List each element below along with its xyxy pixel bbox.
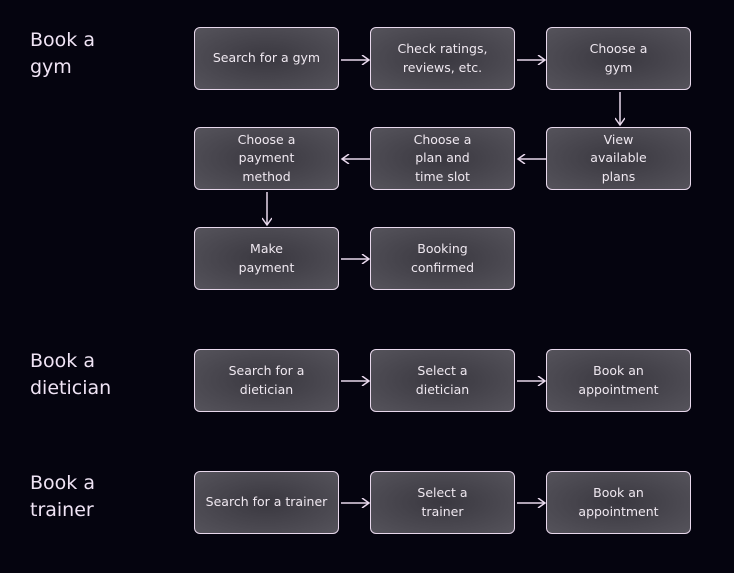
step-booking-confirmed[interactable]: Booking confirmed — [370, 227, 515, 290]
step-search-gym[interactable]: Search for a gym — [194, 27, 339, 90]
step-select-dietician[interactable]: Select a dietician — [370, 349, 515, 412]
step-choose-payment-method[interactable]: Choose a payment method — [194, 127, 339, 190]
step-choose-gym[interactable]: Choose a gym — [546, 27, 691, 90]
step-choose-plan[interactable]: Choose a plan and time slot — [370, 127, 515, 190]
step-search-dietician[interactable]: Search for a dietician — [194, 349, 339, 412]
step-view-plans[interactable]: View available plans — [546, 127, 691, 190]
step-check-ratings[interactable]: Check ratings, reviews, etc. — [370, 27, 515, 90]
step-make-payment[interactable]: Make payment — [194, 227, 339, 290]
step-search-trainer[interactable]: Search for a trainer — [194, 471, 339, 534]
step-select-trainer[interactable]: Select a trainer — [370, 471, 515, 534]
step-book-appointment-dietician[interactable]: Book an appointment — [546, 349, 691, 412]
step-book-appointment-trainer[interactable]: Book an appointment — [546, 471, 691, 534]
